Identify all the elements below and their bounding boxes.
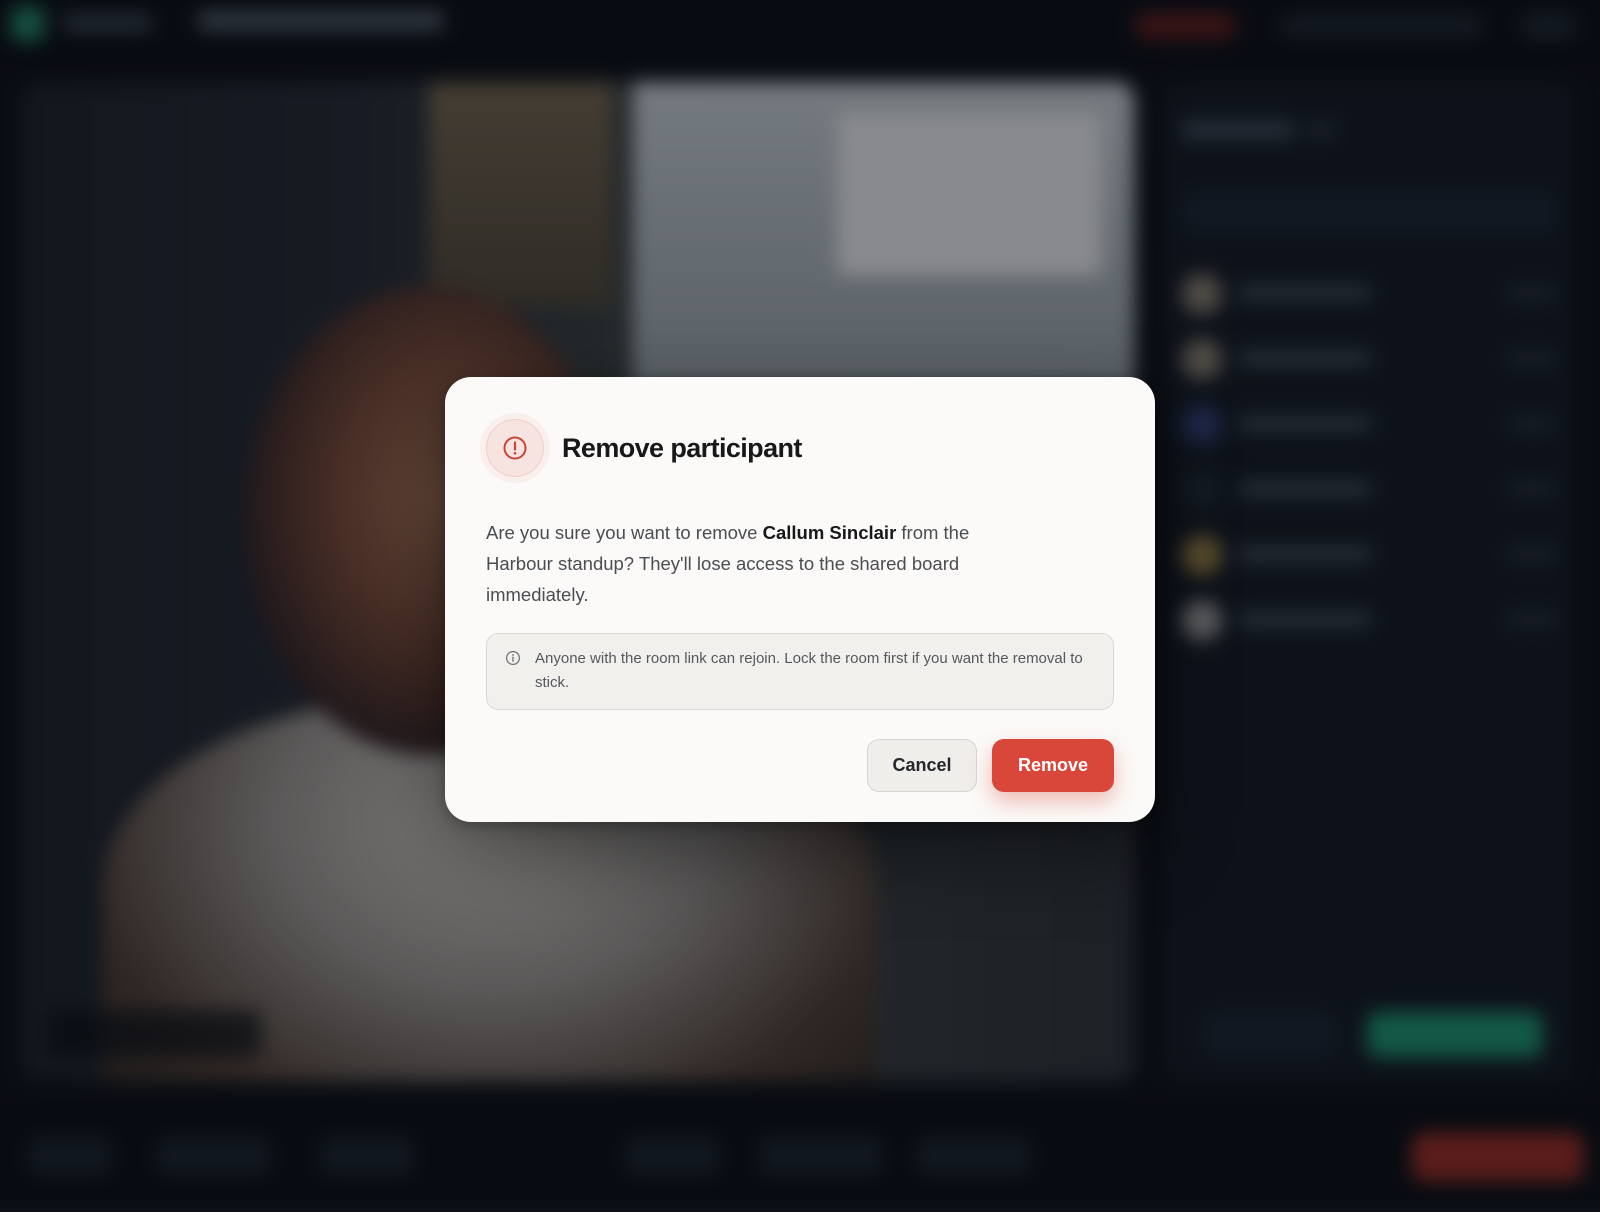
cancel-button[interactable]: Cancel: [867, 739, 977, 792]
message-prefix: Are you sure you want to remove: [486, 522, 763, 543]
info-callout: Anyone with the room link can rejoin. Lo…: [486, 633, 1114, 710]
info-callout-text: Anyone with the room link can rejoin. Lo…: [535, 650, 1083, 691]
remove-button[interactable]: Remove: [992, 739, 1114, 792]
alert-circle-icon: [486, 419, 544, 477]
participant-name: Callum Sinclair: [762, 522, 897, 543]
dialog-header: Remove participant: [486, 419, 1114, 477]
remove-participant-dialog: Remove participant Are you sure you want…: [445, 377, 1155, 822]
dialog-title: Remove participant: [562, 432, 802, 463]
dialog-actions: Cancel Remove: [867, 739, 1114, 792]
dialog-message: Are you sure you want to remove Callum S…: [486, 517, 1006, 610]
info-icon: [505, 650, 521, 666]
